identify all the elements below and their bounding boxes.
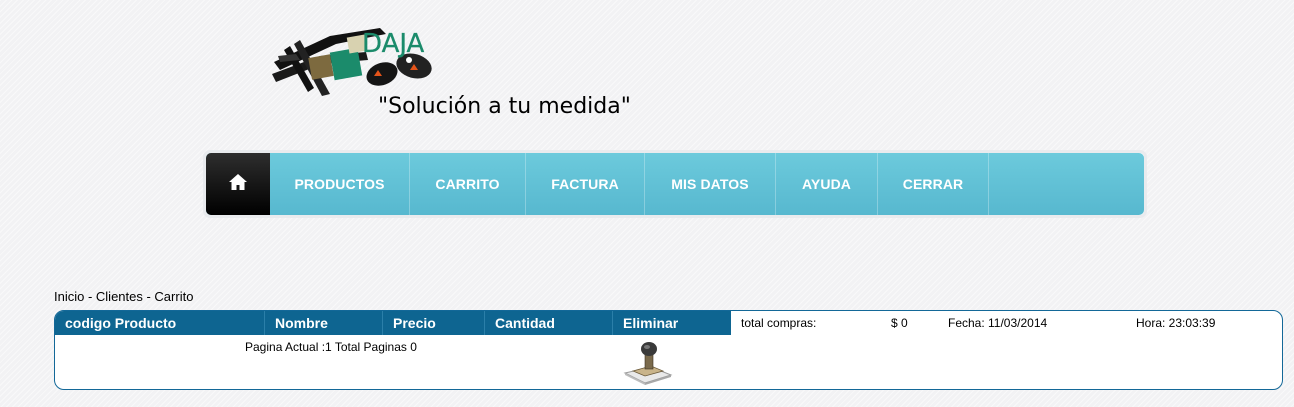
- col-cantidad: Cantidad: [485, 311, 613, 335]
- nav-carrito[interactable]: CARRITO: [410, 153, 526, 215]
- col-nombre: Nombre: [265, 311, 383, 335]
- home-icon: [228, 173, 248, 196]
- col-eliminar: Eliminar: [623, 315, 679, 331]
- total-compras-value: $ 0: [891, 316, 908, 330]
- total-compras-label: total compras:: [741, 316, 817, 330]
- nav-cerrar[interactable]: CERRAR: [878, 153, 989, 215]
- logo-text: DAJA: [362, 29, 425, 59]
- daja-logo: DAJA: [270, 16, 450, 100]
- nav-factura[interactable]: FACTURA: [526, 153, 645, 215]
- cart-panel: codigo Producto Nombre Precio Cantidad E…: [54, 310, 1283, 390]
- col-codigo-producto: codigo Producto: [55, 311, 265, 335]
- hora: Hora: 23:03:39: [1136, 316, 1216, 330]
- delete-button[interactable]: [621, 339, 673, 387]
- nav-home-button[interactable]: [206, 153, 270, 215]
- slogan: "Solución a tu medida": [378, 94, 631, 119]
- nav-productos[interactable]: PRODUCTOS: [270, 153, 410, 215]
- fecha: Fecha: 11/03/2014: [948, 316, 1048, 330]
- pagination-info: Pagina Actual :1 Total Paginas 0: [245, 340, 417, 354]
- col-precio: Precio: [383, 311, 485, 335]
- rubber-stamp-icon: [621, 342, 673, 389]
- nav-mis-datos[interactable]: MIS DATOS: [645, 153, 776, 215]
- cart-table-header: codigo Producto Nombre Precio Cantidad E…: [55, 311, 731, 335]
- main-navbar: PRODUCTOS CARRITO FACTURA MIS DATOS AYUD…: [203, 150, 1147, 218]
- nav-ayuda[interactable]: AYUDA: [776, 153, 878, 215]
- breadcrumb: Inicio - Clientes - Carrito: [54, 289, 194, 304]
